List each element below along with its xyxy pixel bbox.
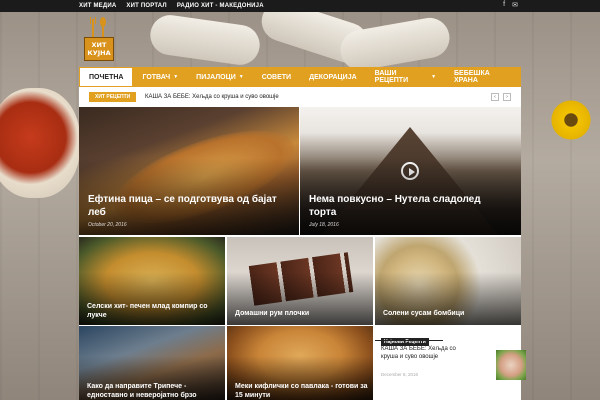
ticker-text[interactable]: КАША ЗА БЕБЕ: Хељда со круша и суво овош… bbox=[145, 92, 279, 102]
logo-box: ХИТ КУЈНА bbox=[84, 37, 114, 61]
post-title[interactable]: Селски хит- печен млад компир со лукче bbox=[87, 302, 217, 320]
recent-post-title[interactable]: КАША ЗА БЕБЕ: Хељда со круша и суво овош… bbox=[381, 345, 461, 361]
nav-item-drinks[interactable]: ПИЈАЛОЦИ ▼ bbox=[187, 67, 253, 87]
utensils-icon bbox=[90, 17, 106, 38]
recent-post-date: December 8, 2016 bbox=[381, 372, 419, 377]
post-sesame-balls[interactable]: Солени сусам бомбици bbox=[375, 237, 521, 325]
nav-item-your-recipes[interactable]: ВАШИ РЕЦЕПТИ ▼ bbox=[366, 67, 445, 87]
post-title[interactable]: Меки кифлички со павлака - готови за 15 … bbox=[235, 382, 373, 400]
nav-label: ПИЈАЛОЦИ bbox=[196, 73, 236, 81]
post-title[interactable]: Домашни рум плочки bbox=[235, 309, 365, 318]
nav-item-cook[interactable]: ГОТВАЧ ▼ bbox=[133, 67, 187, 87]
post-tripe[interactable]: Како да направите Трипече - едноставно и… bbox=[79, 326, 225, 400]
top-link-hit-media[interactable]: ХИТ МЕДИА bbox=[79, 3, 116, 9]
facebook-icon[interactable]: f bbox=[503, 1, 505, 9]
post-title[interactable]: Како да направите Трипече - едноставно и… bbox=[87, 382, 225, 400]
nav-item-decoration[interactable]: ДЕКОРАЦИЈА bbox=[300, 67, 366, 87]
post-croissants[interactable]: Меки кифлички со павлака - готови за 15 … bbox=[227, 326, 373, 400]
chevron-down-icon: ▼ bbox=[431, 74, 437, 80]
top-link-radio[interactable]: РАДИО ХИТ - МАКЕДОНИЈА bbox=[177, 3, 264, 9]
post-rum-bars[interactable]: Домашни рум плочки bbox=[227, 237, 373, 325]
chevron-right-icon[interactable]: › bbox=[503, 93, 511, 101]
post-title[interactable]: Солени сусам бомбици bbox=[383, 309, 513, 318]
post-potatoes[interactable]: Селски хит- печен млад компир со лукче bbox=[79, 237, 225, 325]
post-date: October 20, 2016 bbox=[88, 222, 127, 228]
main-nav: ПОЧЕТНА ГОТВАЧ ▼ ПИЈАЛОЦИ ▼ СОВЕТИ ДЕКОРАЦ… bbox=[79, 67, 521, 87]
logo-line1: ХИТ bbox=[91, 41, 107, 49]
top-bar: ХИТ МЕДИА ХИТ ПОРТАЛ РАДИО ХИТ - МАКЕДОН… bbox=[0, 0, 600, 12]
ticker-label: ХИТ РЕЦЕПТИ bbox=[89, 92, 137, 102]
post-date: July 18, 2016 bbox=[309, 222, 339, 228]
divider bbox=[375, 340, 443, 341]
content-area: Ефтина пица – се подготвува од бајат леб… bbox=[79, 107, 521, 400]
recent-post-thumbnail[interactable] bbox=[496, 350, 526, 380]
mail-icon[interactable]: ✉ bbox=[512, 1, 518, 9]
nav-item-baby-food[interactable]: БЕБЕШКА ХРАНА bbox=[445, 67, 521, 87]
featured-title[interactable]: Нема повкусно – Нутела сладолед торта bbox=[309, 193, 499, 219]
nav-label: ДЕКОРАЦИЈА bbox=[309, 73, 357, 81]
chevron-down-icon: ▼ bbox=[173, 74, 179, 80]
nav-label: ГОТВАЧ bbox=[142, 73, 171, 81]
spice-spoon-decoration bbox=[0, 88, 80, 198]
featured-post-nutella[interactable]: Нема повкусно – Нутела сладолед торта Ju… bbox=[300, 107, 521, 235]
nav-item-home[interactable]: ПОЧЕТНА bbox=[79, 67, 134, 87]
nav-label: ВАШИ РЕЦЕПТИ bbox=[374, 70, 409, 84]
chevron-left-icon[interactable]: ‹ bbox=[491, 93, 499, 101]
nav-item-tips[interactable]: СОВЕТИ bbox=[253, 67, 300, 87]
featured-title[interactable]: Ефтина пица – се подготвува од бајат леб bbox=[88, 193, 278, 219]
flower-decoration bbox=[546, 100, 596, 140]
logo-line2: КУЈНА bbox=[87, 49, 111, 57]
featured-post-pizza[interactable]: Ефтина пица – се подготвува од бајат леб… bbox=[79, 107, 299, 235]
rolling-pin-decoration bbox=[147, 0, 453, 74]
social-links: f ✉ bbox=[503, 1, 518, 9]
news-ticker: ХИТ РЕЦЕПТИ КАША ЗА БЕБЕ: Хељда со круша… bbox=[79, 87, 521, 107]
nav-label: ПОЧЕТНА bbox=[89, 73, 124, 81]
top-link-hit-portal[interactable]: ХИТ ПОРТАЛ bbox=[126, 3, 166, 9]
nav-label: СОВЕТИ bbox=[261, 73, 292, 81]
site-logo[interactable]: ХИТ КУЈНА bbox=[84, 17, 114, 63]
recent-recipes-widget: Најнови Рецепти КАША ЗА БЕБЕ: Хељда со к… bbox=[375, 326, 456, 400]
nav-label: БЕБЕШКА ХРАНА bbox=[454, 70, 490, 84]
top-nav: ХИТ МЕДИА ХИТ ПОРТАЛ РАДИО ХИТ - МАКЕДОН… bbox=[79, 0, 264, 12]
chevron-down-icon: ▼ bbox=[238, 74, 244, 80]
